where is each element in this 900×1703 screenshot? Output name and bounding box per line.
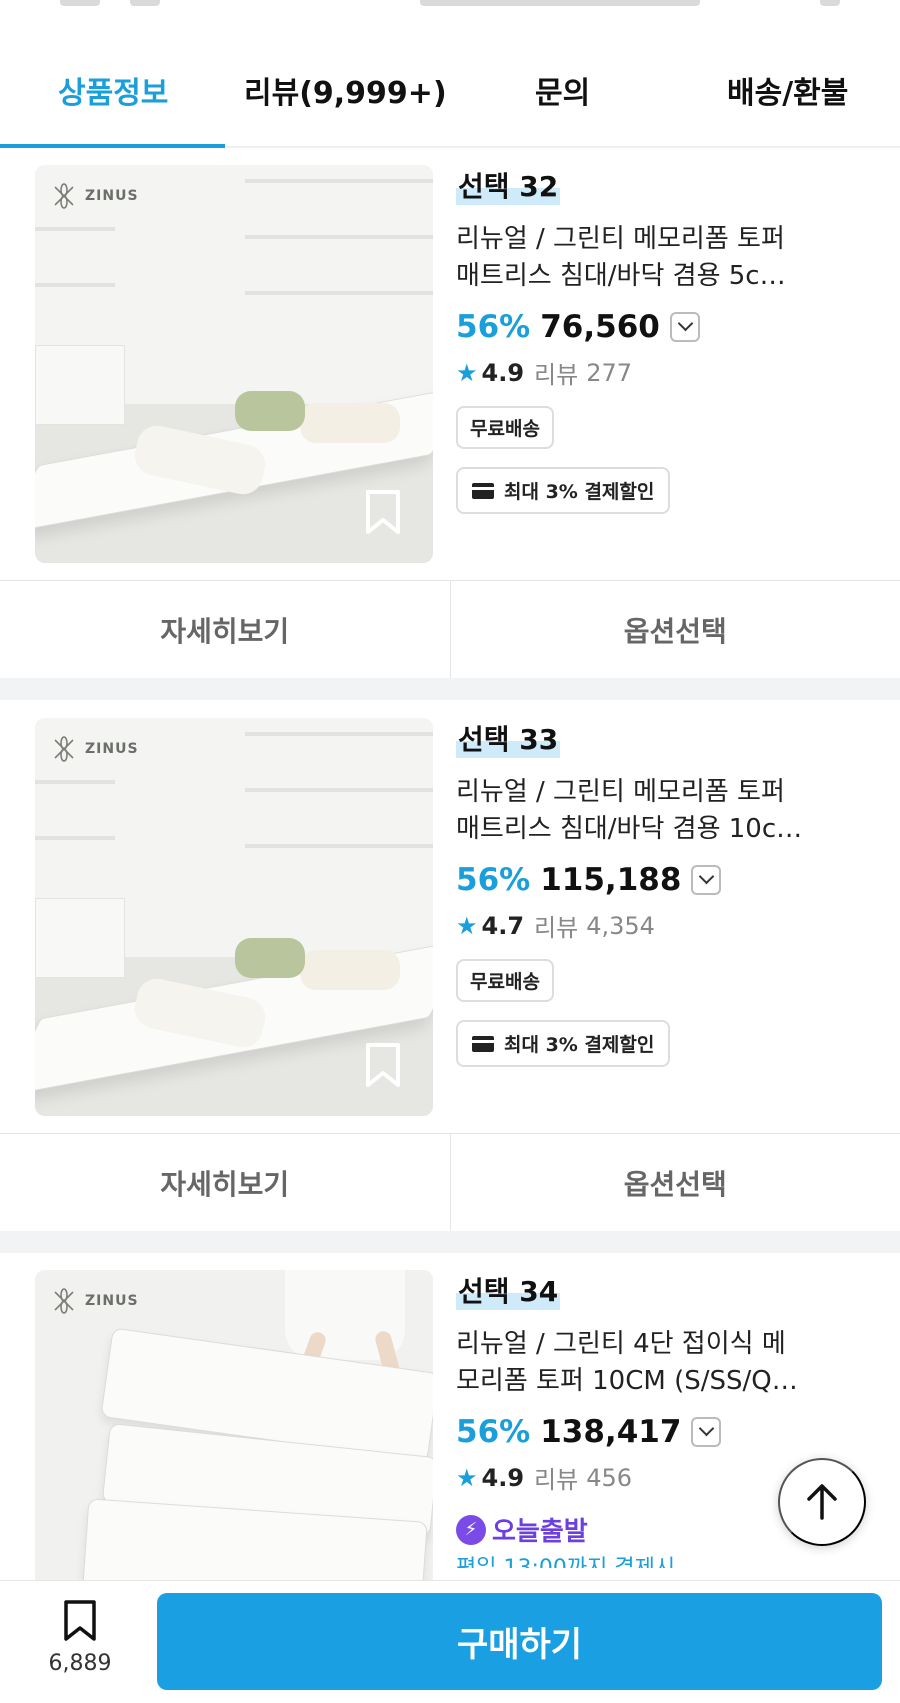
option-label: 선택 33 <box>456 718 561 758</box>
payment-discount-text: 최대 3% 결제할인 <box>504 481 655 503</box>
wishlist-button[interactable]: 6,889 <box>30 1599 130 1689</box>
payment-discount-text: 최대 3% 결제할인 <box>504 1034 655 1056</box>
brand-logo-text: ZINUS <box>85 1293 139 1309</box>
review-count: 456 <box>586 1463 633 1492</box>
rating-row: ★ 4.9 리뷰 277 <box>456 355 876 390</box>
section-divider <box>0 1231 900 1253</box>
product-info: 선택 32 리뉴얼 / 그린티 메모리폼 토퍼 매트리스 침대/바닥 겸용 5c… <box>456 165 876 514</box>
product-name-line: 리뉴얼 / 그린티 메모리폼 토퍼 <box>456 224 785 254</box>
payment-discount-badge: 최대 3% 결제할인 <box>456 467 671 514</box>
product-actions: 자세히보기 옵션선택 <box>0 580 900 678</box>
product-card: ZINUS 선택 34 리뉴얼 / 그린티 4단 접이식 메 모리폼 토퍼 10… <box>0 1270 900 1580</box>
lightning-icon: ⚡ <box>456 1514 486 1545</box>
product-tab-bar: 상품정보 리뷰(9,999+) 문의 배송/환불 <box>0 30 900 148</box>
free-shipping-badge: 무료배송 <box>456 959 554 1002</box>
zinus-leaf-icon <box>54 736 74 762</box>
discount-rate: 56% <box>456 1414 531 1450</box>
price: 138,417 <box>540 1414 682 1450</box>
rating-value: 4.7 <box>481 911 525 940</box>
price-row: 56% 115,188 <box>456 862 876 898</box>
brand-logo: ZINUS <box>49 734 139 764</box>
star-icon: ★ <box>456 358 478 387</box>
review-label: 리뷰 <box>534 914 579 942</box>
select-option-button[interactable]: 옵션선택 <box>449 581 900 678</box>
product-name[interactable]: 리뉴얼 / 그린티 메모리폼 토퍼 매트리스 침대/바닥 겸용 5c… <box>456 221 856 295</box>
today-shipping-text: 오늘출발 <box>492 1517 588 1547</box>
discount-rate: 56% <box>456 862 531 898</box>
payment-discount-badge: 최대 3% 결제할인 <box>456 1020 671 1067</box>
tab-product-info[interactable]: 상품정보 <box>58 68 168 112</box>
chevron-down-icon[interactable] <box>669 312 700 342</box>
zinus-leaf-icon <box>54 1288 74 1314</box>
brand-logo-text: ZINUS <box>85 188 139 204</box>
credit-card-icon <box>472 1035 494 1052</box>
discount-rate: 56% <box>456 309 531 345</box>
star-icon: ★ <box>456 1463 478 1492</box>
rating-value: 4.9 <box>481 1463 525 1492</box>
review-count: 4,354 <box>586 911 655 940</box>
brand-logo: ZINUS <box>49 181 139 211</box>
product-name-line: 모리폼 토퍼 10CM (S/SS/Q… <box>456 1366 798 1396</box>
brand-logo-text: ZINUS <box>85 741 139 757</box>
detail-button[interactable]: 자세히보기 <box>0 581 450 678</box>
product-name[interactable]: 리뉴얼 / 그린티 메모리폼 토퍼 매트리스 침대/바닥 겸용 10c… <box>456 774 856 848</box>
scroll-to-top-button[interactable] <box>778 1458 866 1546</box>
tab-reviews[interactable]: 리뷰(9,999+) <box>244 68 447 112</box>
select-option-button[interactable]: 옵션선택 <box>449 1134 900 1231</box>
price-row: 56% 138,417 <box>456 1414 876 1450</box>
active-tab-indicator <box>0 144 225 148</box>
tab-inquiry[interactable]: 문의 <box>535 68 590 112</box>
bookmark-icon[interactable] <box>363 489 403 535</box>
arrow-up-icon <box>807 1484 837 1520</box>
product-name[interactable]: 리뉴얼 / 그린티 4단 접이식 메 모리폼 토퍼 10CM (S/SS/Q… <box>456 1326 856 1400</box>
wishlist-count: 6,889 <box>48 1651 112 1676</box>
product-image[interactable]: ZINUS <box>35 165 433 563</box>
product-actions: 자세히보기 옵션선택 <box>0 1133 900 1231</box>
product-name-line: 매트리스 침대/바닥 겸용 10c… <box>456 814 803 844</box>
zinus-leaf-icon <box>54 183 74 209</box>
option-label: 선택 34 <box>456 1270 561 1310</box>
review-count: 277 <box>586 358 633 387</box>
product-info: 선택 33 리뉴얼 / 그린티 메모리폼 토퍼 매트리스 침대/바닥 겸용 10… <box>456 718 876 1067</box>
bookmark-icon[interactable] <box>363 1042 403 1088</box>
credit-card-icon <box>472 482 494 499</box>
detail-button[interactable]: 자세히보기 <box>0 1134 450 1231</box>
brand-logo: ZINUS <box>49 1286 139 1316</box>
section-divider <box>0 678 900 700</box>
product-image[interactable]: ZINUS <box>35 718 433 1116</box>
star-icon: ★ <box>456 911 478 940</box>
product-name-line: 리뉴얼 / 그린티 4단 접이식 메 <box>456 1329 786 1359</box>
bookmark-outline-icon <box>64 1600 96 1641</box>
buy-button[interactable]: 구매하기 <box>157 1593 882 1690</box>
status-bar-cut <box>0 0 900 30</box>
option-label: 선택 32 <box>456 165 561 205</box>
review-label: 리뷰 <box>534 1466 579 1494</box>
tab-shipping-refund[interactable]: 배송/환불 <box>727 68 848 112</box>
product-name-line: 매트리스 침대/바닥 겸용 5c… <box>456 261 786 291</box>
rating-row: ★ 4.7 리뷰 4,354 <box>456 908 876 943</box>
price-row: 56% 76,560 <box>456 309 876 345</box>
price: 76,560 <box>540 309 660 345</box>
product-image[interactable]: ZINUS <box>35 1270 433 1580</box>
product-name-line: 리뉴얼 / 그린티 메모리폼 토퍼 <box>456 777 785 807</box>
today-shipping-note: 평일 13:00까지 결제시 <box>456 1554 876 1568</box>
review-label: 리뷰 <box>534 361 579 389</box>
free-shipping-badge: 무료배송 <box>456 406 554 449</box>
price: 115,188 <box>540 862 682 898</box>
rating-value: 4.9 <box>481 358 525 387</box>
bottom-purchase-bar: 6,889 구매하기 <box>0 1580 900 1703</box>
chevron-down-icon[interactable] <box>691 865 722 895</box>
chevron-down-icon[interactable] <box>691 1417 722 1447</box>
